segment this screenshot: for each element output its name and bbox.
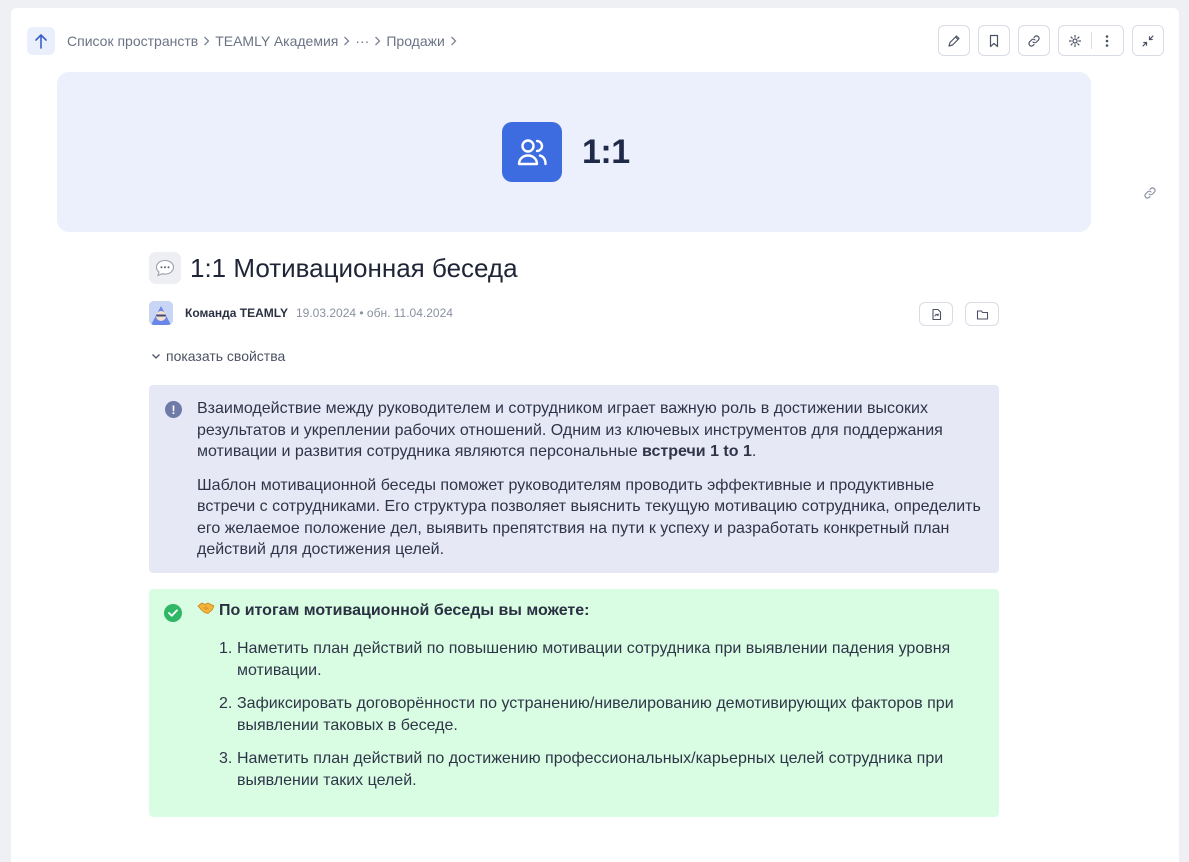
- folder-icon: [976, 309, 988, 320]
- collapse-icon: [1142, 34, 1154, 47]
- page-emoji-icon[interactable]: [149, 252, 181, 284]
- check-circle-icon: [164, 604, 182, 622]
- document-refresh-icon: [931, 308, 941, 320]
- success-heading: По итогам мотивационной беседы вы можете…: [197, 601, 589, 620]
- list-item-text: Наметить план действий по достижению про…: [237, 750, 944, 789]
- avatar[interactable]: [149, 301, 173, 325]
- bookmark-icon: [989, 34, 999, 47]
- handshake-icon: [197, 601, 215, 620]
- more-button[interactable]: [1091, 26, 1123, 55]
- page-title: 1:1 Мотивационная беседа: [190, 253, 518, 283]
- link-icon: [1028, 34, 1040, 47]
- breadcrumb-item-academy[interactable]: TEAMLY Академия: [215, 33, 338, 49]
- refresh-doc-button[interactable]: [919, 302, 953, 326]
- show-properties-label: показать свойства: [166, 348, 286, 364]
- chevron-right-icon: [450, 36, 457, 46]
- pencil-icon: [948, 34, 960, 47]
- success-list: 1. Наметить план действий по повышению м…: [219, 638, 991, 803]
- info-paragraph-1-end: .: [751, 443, 757, 460]
- breadcrumb-item-spaces[interactable]: Список пространств: [67, 33, 198, 49]
- list-item: 3. Наметить план действий по достижению …: [219, 748, 991, 791]
- breadcrumb: Список пространств TEAMLY Академия ··· П…: [67, 32, 462, 50]
- navigate-up-button[interactable]: [27, 27, 55, 55]
- edit-button[interactable]: [938, 25, 970, 56]
- list-item-number: 1.: [219, 640, 233, 657]
- cover-title: 1:1: [582, 133, 630, 171]
- list-item-text: Зафиксировать договорённости по устранен…: [237, 695, 954, 734]
- move-to-folder-button[interactable]: [965, 302, 999, 326]
- exclamation-icon: !: [165, 401, 182, 418]
- info-paragraph-1: Взаимодействие между руководителем и сот…: [197, 398, 987, 463]
- chevron-right-icon: [203, 36, 210, 46]
- collapse-button[interactable]: [1132, 25, 1164, 56]
- people-icon: [502, 122, 562, 182]
- page-dates: 19.03.2024 • обн. 11.04.2024: [296, 306, 453, 320]
- copy-link-button[interactable]: [1018, 25, 1050, 56]
- list-item: 1. Наметить план действий по повышению м…: [219, 638, 991, 681]
- list-item-number: 2.: [219, 695, 233, 712]
- breadcrumb-item-ellipsis[interactable]: ···: [355, 33, 369, 49]
- info-paragraph-2: Шаблон мотивационной беседы поможет руко…: [197, 476, 981, 559]
- list-item-number: 3.: [219, 750, 233, 767]
- gear-icon: [1068, 34, 1081, 47]
- settings-button[interactable]: [1059, 26, 1091, 55]
- more-vertical-icon: [1105, 34, 1109, 47]
- settings-more-group: [1058, 25, 1124, 56]
- chevron-right-icon: [343, 36, 350, 46]
- success-heading-text: По итогам мотивационной беседы вы можете…: [219, 601, 590, 619]
- breadcrumb-item-sales[interactable]: Продажи: [386, 33, 444, 49]
- info-paragraph-1-bold: встречи 1 to 1: [642, 443, 752, 460]
- info-paragraph-1-start: Взаимодействие между руководителем и сот…: [197, 400, 943, 460]
- chevron-down-icon: [152, 353, 160, 359]
- page-cover: [57, 72, 1091, 232]
- show-properties-toggle[interactable]: показать свойства: [151, 348, 285, 364]
- arrow-up-icon: [35, 34, 47, 49]
- list-item: 2. Зафиксировать договорённости по устра…: [219, 693, 991, 736]
- info-callout-text: Взаимодействие между руководителем и сот…: [197, 398, 987, 561]
- bookmark-button[interactable]: [978, 25, 1010, 56]
- chevron-right-icon: [374, 36, 381, 46]
- author-name[interactable]: Команда TEAMLY: [185, 306, 288, 320]
- list-item-text: Наметить план действий по повышению моти…: [237, 640, 951, 679]
- link-icon[interactable]: [1143, 186, 1157, 205]
